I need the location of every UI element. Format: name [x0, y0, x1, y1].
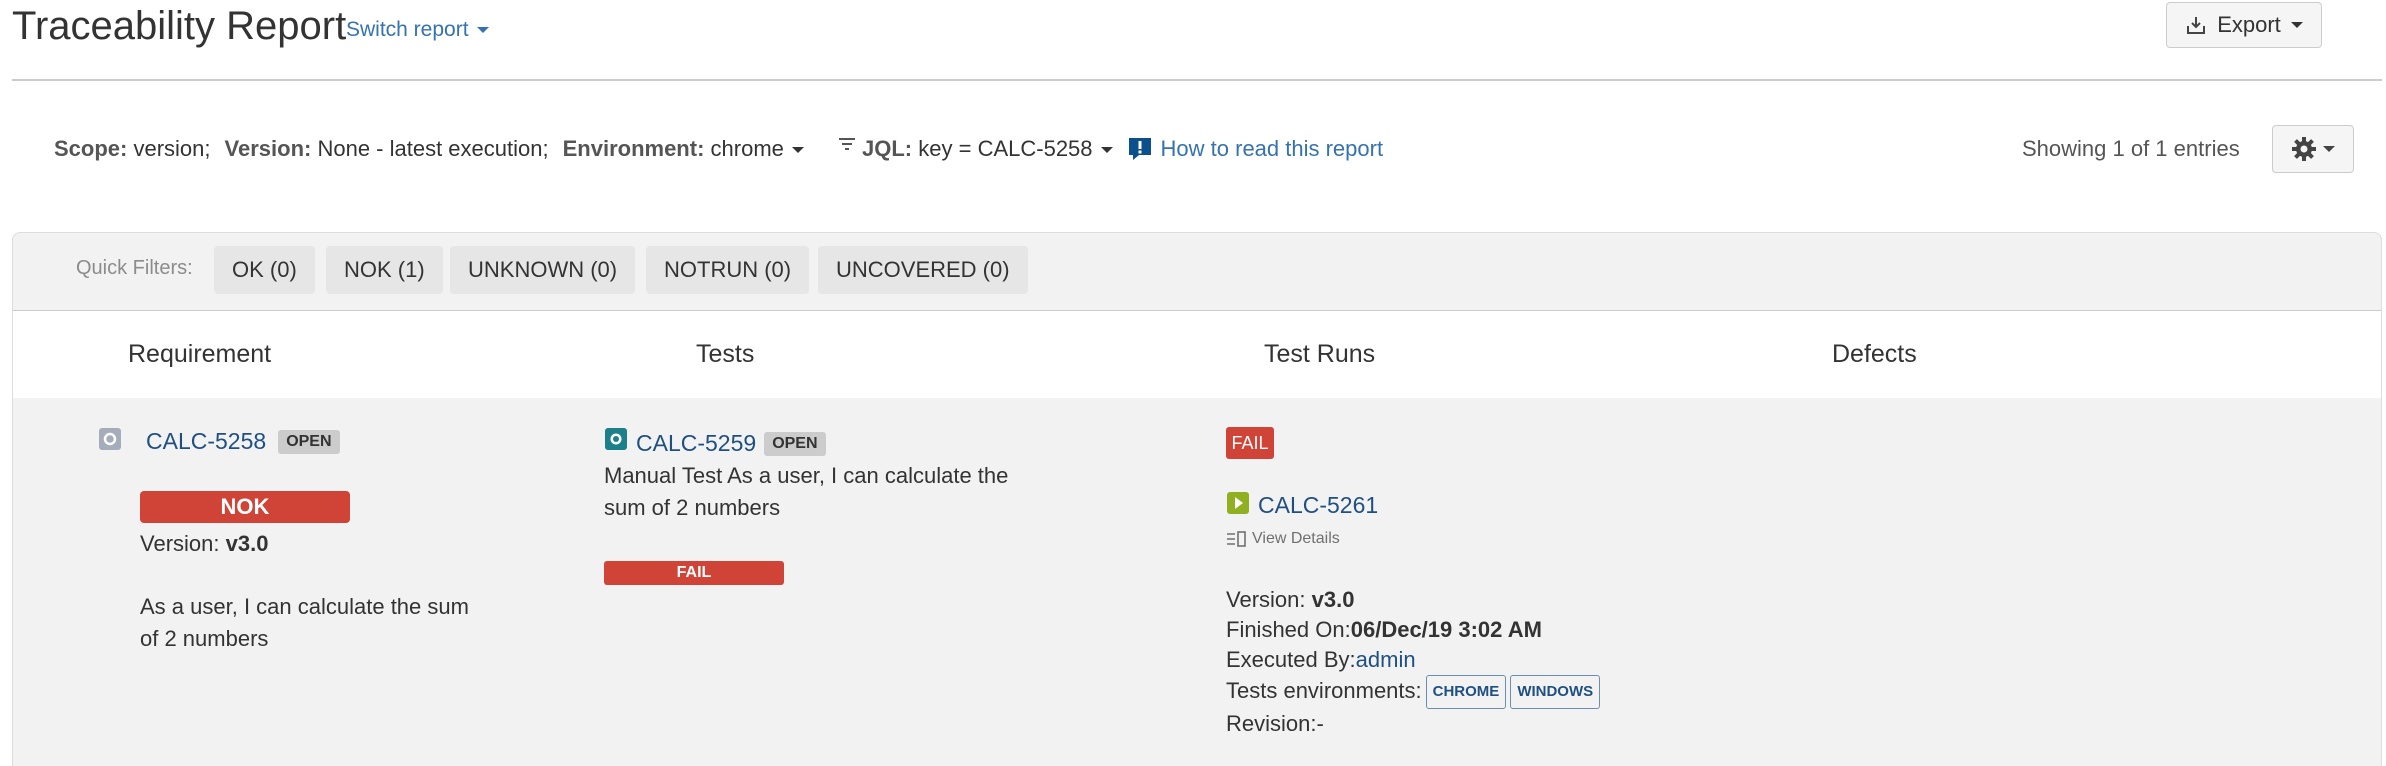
- quick-filter-ok[interactable]: OK (0): [214, 246, 315, 294]
- chevron-down-icon: [791, 147, 804, 154]
- settings-button[interactable]: [2272, 125, 2354, 173]
- quick-filter-notrun[interactable]: NOTRUN (0): [646, 246, 810, 294]
- header-divider: [12, 79, 2382, 81]
- quick-filter-uncovered[interactable]: UNCOVERED (0): [818, 246, 1028, 294]
- quick-filters-label: Quick Filters:: [76, 257, 193, 279]
- details-icon: [1227, 531, 1246, 547]
- chevron-down-icon: [2323, 146, 2335, 152]
- test-key-line: CALC-5259 OPEN: [636, 430, 826, 457]
- chevron-down-icon: [476, 27, 489, 34]
- requirement-key-line: CALC-5258 OPEN: [146, 428, 340, 455]
- test-summary: Manual Test As a user, I can calculate t…: [604, 463, 1009, 520]
- export-button[interactable]: Export: [2166, 2, 2322, 48]
- export-label: Export: [2217, 12, 2281, 37]
- chevron-down-icon: [2290, 22, 2303, 28]
- test-run-status-badge: FAIL: [1226, 427, 1274, 459]
- test-run-executed-by: Executed By:admin: [1226, 647, 1416, 672]
- column-header-tests: Tests: [696, 340, 755, 368]
- test-type-icon: [605, 428, 627, 450]
- requirement-summary: As a user, I can calculate the sum of 2 …: [140, 594, 469, 651]
- table-row: [13, 398, 2381, 766]
- switch-report-dropdown[interactable]: Switch report: [346, 18, 489, 42]
- test-run-finished: Finished On:06/Dec/19 3:02 AM: [1226, 617, 1542, 642]
- version-filter: Version: None - latest execution;: [224, 136, 549, 161]
- executed-by-user-link[interactable]: admin: [1356, 647, 1416, 672]
- test-run-revision: Revision:-: [1226, 711, 1324, 736]
- report-filters: Scope: version; Version: None - latest e…: [54, 136, 1383, 162]
- page-title: Traceability Report: [12, 4, 347, 48]
- test-result-status: FAIL: [604, 561, 784, 585]
- table-header: [13, 310, 2381, 399]
- download-icon: [2187, 17, 2206, 34]
- test-run-environments: Tests environments: CHROME WINDOWS: [1226, 675, 1601, 709]
- test-status-badge: OPEN: [764, 431, 826, 456]
- jql-filter[interactable]: JQL: key = CALC-5258: [838, 136, 1113, 162]
- requirement-status-badge: OPEN: [278, 429, 340, 454]
- env-tag-windows: WINDOWS: [1510, 675, 1601, 709]
- switch-report-label: Switch report: [346, 18, 469, 41]
- view-details-link[interactable]: View Details: [1226, 530, 1340, 548]
- test-run-icon: [1227, 492, 1249, 514]
- entries-count: Showing 1 of 1 entries: [2022, 136, 2240, 161]
- requirement-key-link[interactable]: CALC-5258: [146, 428, 266, 455]
- scope-filter: Scope: version;: [54, 136, 211, 161]
- test-run-version: Version: v3.0: [1226, 587, 1355, 612]
- column-header-defects: Defects: [1832, 340, 1917, 368]
- info-icon: [1128, 138, 1151, 160]
- help-link[interactable]: How to read this report: [1127, 136, 1383, 162]
- test-run-key-link[interactable]: CALC-5261: [1258, 492, 1378, 519]
- column-header-requirement: Requirement: [128, 340, 272, 368]
- quick-filter-nok[interactable]: NOK (1): [326, 246, 443, 294]
- requirement-coverage-status: NOK: [140, 491, 350, 523]
- requirement-version: Version: v3.0: [140, 531, 269, 556]
- column-header-test-runs: Test Runs: [1264, 340, 1376, 368]
- test-run-details: Version: v3.0 Finished On:06/Dec/19 3:02…: [1226, 585, 1601, 739]
- gear-icon: [2292, 137, 2316, 161]
- environment-filter[interactable]: Environment: chrome: [563, 136, 804, 162]
- requirement-type-icon: [99, 428, 121, 450]
- test-key-link[interactable]: CALC-5259: [636, 430, 756, 457]
- env-tag-chrome: CHROME: [1425, 675, 1507, 709]
- filter-icon: [838, 138, 855, 150]
- quick-filter-unknown[interactable]: UNKNOWN (0): [450, 246, 636, 294]
- chevron-down-icon: [1100, 147, 1113, 154]
